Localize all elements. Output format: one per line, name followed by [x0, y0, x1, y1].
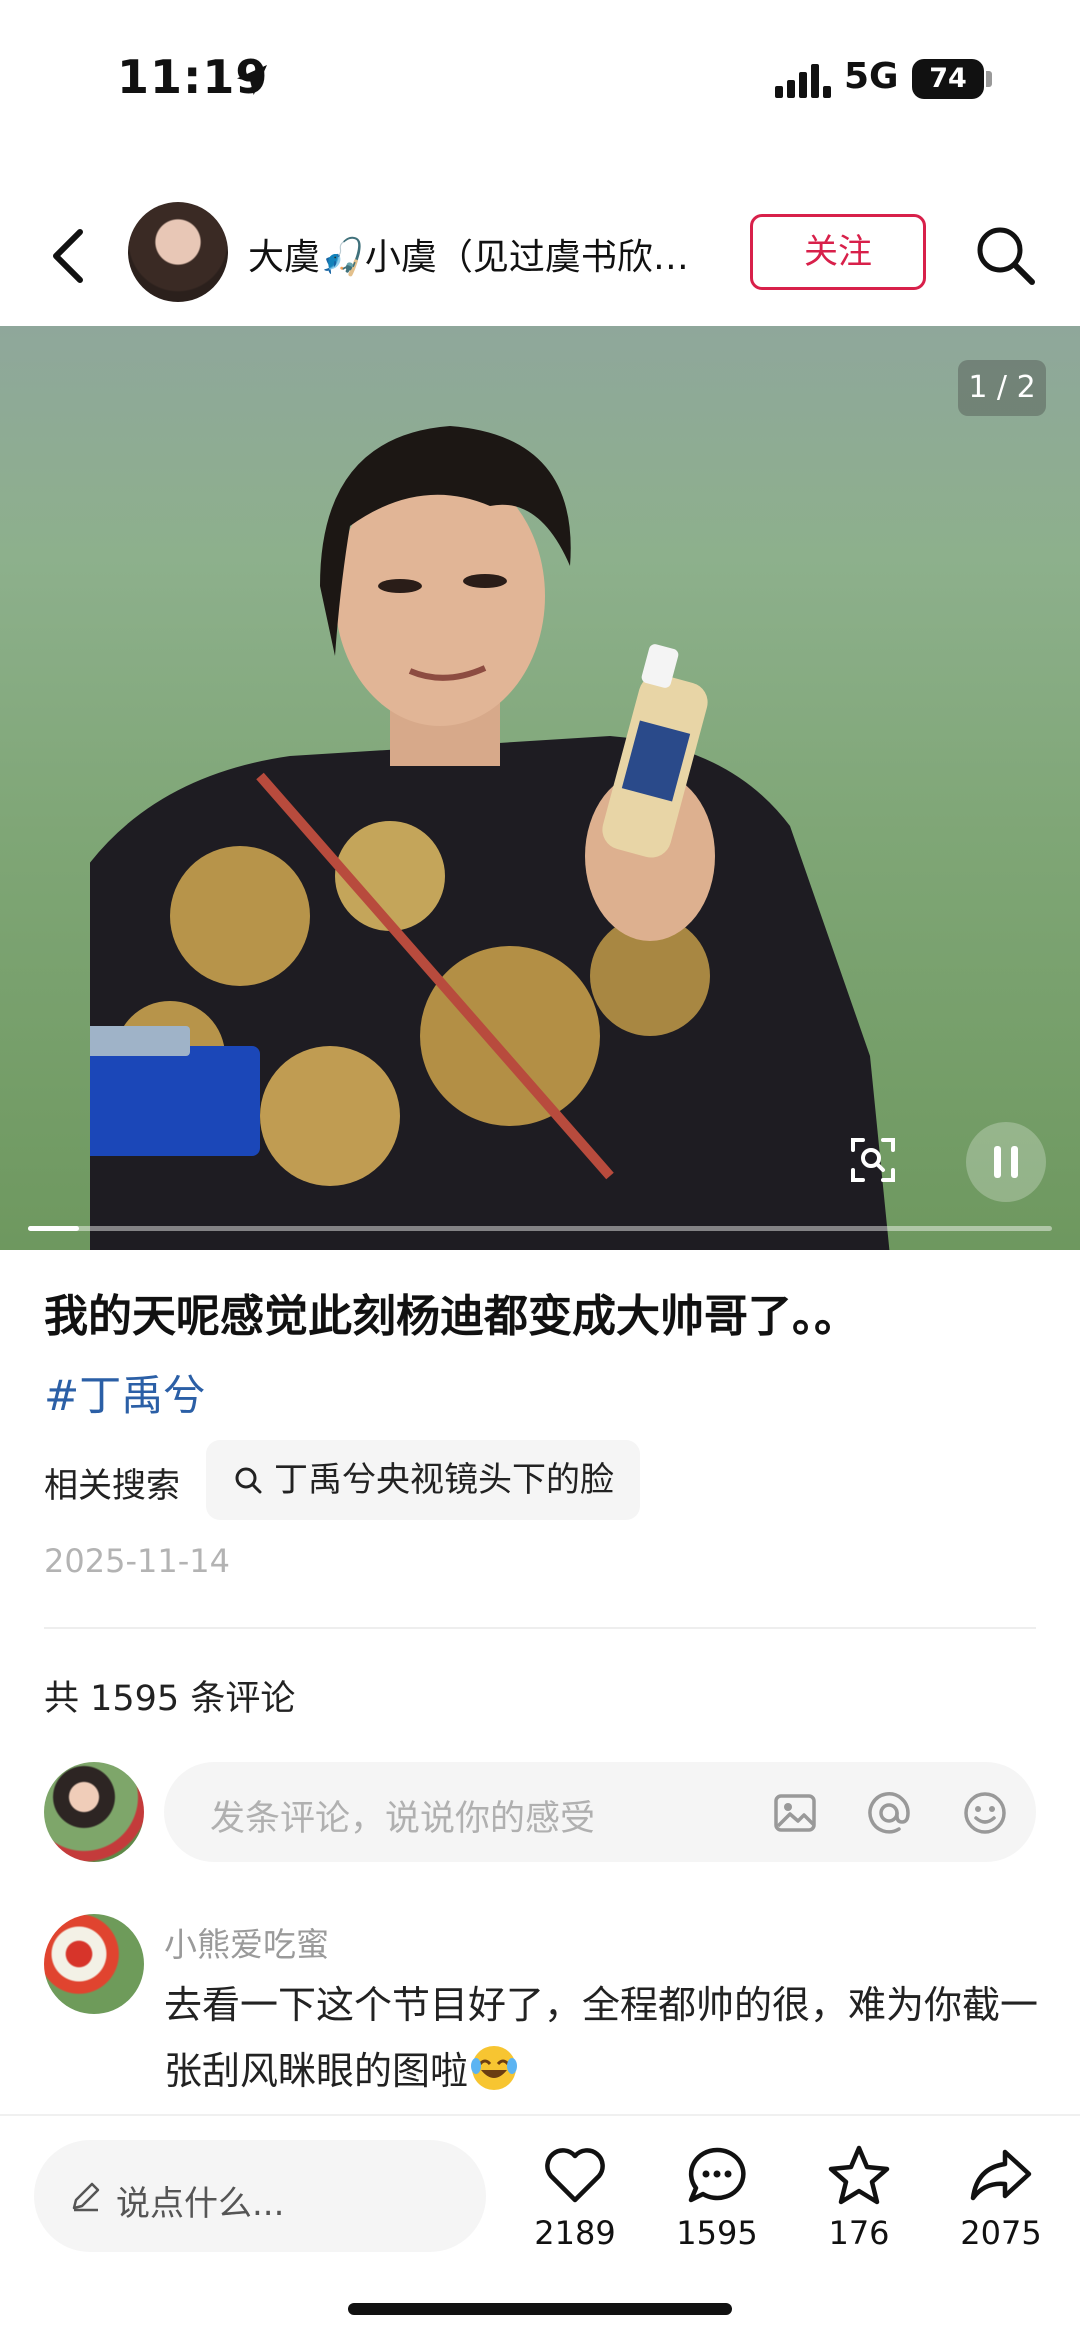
pencil-icon	[72, 2182, 100, 2212]
signal-icon	[775, 64, 831, 98]
back-arrow-icon[interactable]	[40, 220, 100, 292]
say-something-placeholder: 说点什么...	[116, 2184, 285, 2224]
search-icon	[235, 1467, 262, 1494]
comment-input-placeholder: 发条评论，说说你的感受	[210, 1799, 596, 1839]
author-avatar[interactable]	[128, 202, 228, 302]
comment-count: 共 1595 条评论	[44, 1679, 296, 1719]
pause-icon	[994, 1146, 1018, 1178]
like-button[interactable]: 2189	[510, 2142, 640, 2272]
related-search-label: 相关搜索	[44, 1466, 180, 1506]
comment-count-action: 1595	[676, 2214, 758, 2252]
related-search-chip[interactable]: 丁禹兮央视镜头下的脸	[206, 1440, 640, 1520]
post-title: 我的天呢感觉此刻杨迪都变成大帅哥了。。	[44, 1291, 858, 1342]
status-bar: 11:19 5G 74	[0, 0, 1080, 150]
share-arrow-icon	[970, 2149, 1032, 2201]
my-avatar	[44, 1762, 144, 1862]
favorite-button[interactable]: 176	[794, 2142, 924, 2272]
location-arrow-icon	[237, 65, 267, 95]
emoji-icon[interactable]	[960, 1788, 1010, 1838]
pause-button[interactable]	[966, 1122, 1046, 1202]
comment-button[interactable]: 1595	[652, 2142, 782, 2272]
share-button[interactable]: 2075	[936, 2142, 1066, 2272]
post-media[interactable]: 1 / 2	[0, 326, 1080, 1250]
network-type: 5G	[844, 56, 899, 97]
commenter-name[interactable]: 小熊爱吃蜜	[164, 1918, 329, 1966]
like-count: 2189	[534, 2214, 616, 2252]
comment-text: 去看一下这个节目好了，全程都帅的很，难为你截一张刮风眯眼的图啦	[164, 1972, 1044, 2104]
follow-button[interactable]: 关注	[750, 214, 926, 290]
related-search-query: 丁禹兮央视镜头下的脸	[274, 1460, 614, 1500]
home-indicator[interactable]	[348, 2303, 732, 2315]
post-date: 2025-11-14	[44, 1542, 230, 1580]
at-mention-icon[interactable]	[864, 1788, 914, 1838]
battery-icon: 74	[912, 59, 984, 99]
media-progress-track[interactable]	[28, 1226, 1052, 1231]
scan-image-icon[interactable]	[845, 1132, 901, 1188]
comment-input[interactable]: 发条评论，说说你的感受	[164, 1762, 1036, 1862]
hashtag-link[interactable]: #丁禹兮	[44, 1362, 205, 1423]
search-icon[interactable]	[972, 222, 1038, 288]
battery-nub	[986, 71, 992, 87]
author-name[interactable]: 大虞🎣小虞（见过虞书欣…	[248, 228, 718, 280]
media-photo	[90, 426, 890, 1250]
say-something-input[interactable]: 说点什么...	[34, 2140, 486, 2252]
comment-body: 去看一下这个节目好了，全程都帅的很，难为你截一张刮风眯眼的图啦	[164, 1983, 1039, 2093]
post-header: 大虞🎣小虞（见过虞书欣… 关注	[0, 180, 1080, 325]
comment-bubble-icon	[688, 2147, 746, 2203]
page-indicator: 1 / 2	[958, 360, 1046, 416]
star-icon	[828, 2145, 890, 2205]
divider	[44, 1627, 1036, 1629]
battery-level: 74	[929, 63, 967, 94]
commenter-avatar[interactable]	[44, 1914, 144, 2014]
image-icon[interactable]	[770, 1788, 820, 1838]
favorite-count: 176	[828, 2214, 890, 2252]
share-count: 2075	[960, 2214, 1042, 2252]
laughing-crying-emoji-icon	[471, 2046, 518, 2090]
media-progress-fill	[28, 1226, 80, 1231]
heart-icon	[545, 2148, 605, 2203]
